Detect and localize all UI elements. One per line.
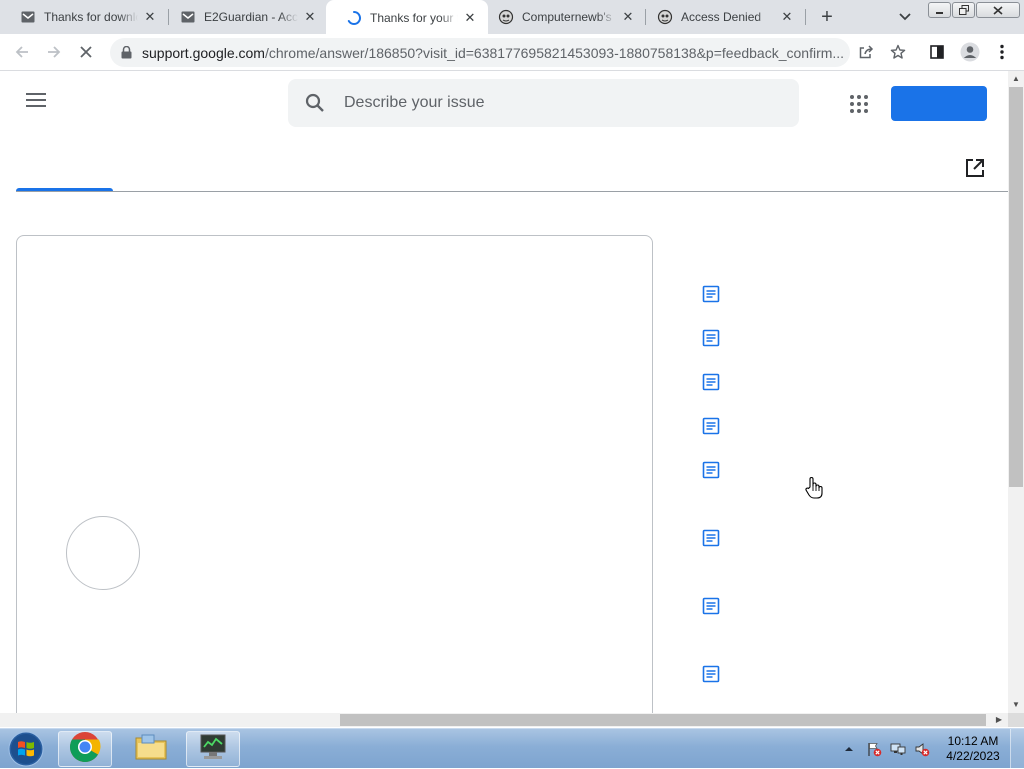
taskbar-network-app-button[interactable] <box>186 731 240 767</box>
search-icon[interactable] <box>304 92 326 114</box>
tab-e2guardian[interactable]: E2Guardian - Acce ✕ <box>160 0 328 34</box>
start-button[interactable] <box>4 730 48 768</box>
vertical-scrollbar[interactable]: ▲ ▼ <box>1008 71 1024 713</box>
sign-in-button[interactable] <box>891 86 987 121</box>
system-tray <box>840 729 950 769</box>
windows-taskbar: 10:12 AM 4/22/2023 <box>0 728 1024 769</box>
tab-title: Access Denied <box>681 10 762 24</box>
chrome-icon <box>69 731 101 768</box>
back-button[interactable] <box>12 42 32 62</box>
close-tab-icon[interactable]: ✕ <box>779 9 795 25</box>
close-tab-icon[interactable]: ✕ <box>142 9 158 25</box>
horizontal-scrollbar[interactable]: ▶ <box>0 713 1008 727</box>
forward-button[interactable] <box>44 42 64 62</box>
taskbar-chrome-button[interactable] <box>58 731 112 767</box>
article-doc-icon[interactable] <box>702 529 720 547</box>
browser-menu-icon[interactable] <box>993 43 1011 61</box>
open-in-new-icon[interactable] <box>964 157 986 179</box>
side-panel-icon[interactable] <box>928 43 946 61</box>
tab-bar-divider <box>16 191 1008 192</box>
share-icon[interactable] <box>857 43 875 61</box>
help-search-box[interactable] <box>288 79 799 127</box>
search-input[interactable] <box>344 79 774 127</box>
new-tab-button[interactable]: + <box>817 7 837 27</box>
stop-loading-button[interactable] <box>76 42 96 62</box>
network-monitor-icon <box>198 733 228 766</box>
taskbar-clock[interactable]: 10:12 AM 4/22/2023 <box>940 734 1006 764</box>
close-tab-icon[interactable]: ✕ <box>620 9 636 25</box>
tab-search-chevron-icon[interactable] <box>897 8 913 24</box>
clock-date: 4/22/2023 <box>946 749 1000 763</box>
tab-title: Thanks for downlo <box>44 10 138 24</box>
main-menu-icon[interactable] <box>26 93 46 109</box>
file-explorer-icon <box>134 732 168 767</box>
browser-toolbar: support.google.com/chrome/answer/186850?… <box>0 34 1024 71</box>
article-doc-icon[interactable] <box>702 285 720 303</box>
article-doc-icon[interactable] <box>702 665 720 683</box>
hand-cursor-icon <box>804 476 824 500</box>
address-bar[interactable]: support.google.com/chrome/answer/186850?… <box>110 38 850 67</box>
loading-spinner-icon <box>346 10 362 26</box>
scroll-down-arrow-icon[interactable]: ▼ <box>1008 697 1024 713</box>
url-text[interactable]: support.google.com/chrome/answer/186850?… <box>142 45 844 61</box>
tab-separator <box>805 9 806 25</box>
vertical-scroll-thumb[interactable] <box>1009 87 1023 487</box>
scroll-right-arrow-icon[interactable]: ▶ <box>992 713 1006 727</box>
minimize-button[interactable] <box>928 2 951 18</box>
scroll-up-arrow-icon[interactable]: ▲ <box>1008 71 1024 87</box>
computernewb-logo-icon <box>657 9 673 25</box>
close-tab-icon[interactable]: ✕ <box>462 10 478 26</box>
tab-access-denied[interactable]: Access Denied ✕ <box>637 0 805 34</box>
show-hidden-icons-arrow-icon[interactable] <box>843 741 855 757</box>
envelope-icon <box>180 9 196 25</box>
tab-thanks-for-feedback[interactable]: Thanks for your fe ✕ <box>326 0 488 35</box>
action-center-flag-icon[interactable] <box>866 741 882 757</box>
tab-strip: Thanks for downlo ✕ E2Guardian - Acce ✕ … <box>0 0 1024 35</box>
volume-muted-icon[interactable] <box>914 741 930 757</box>
close-tab-icon[interactable]: ✕ <box>302 9 318 25</box>
tab-title: Thanks for your fe <box>370 10 458 25</box>
article-doc-icon[interactable] <box>702 329 720 347</box>
taskbar-explorer-button[interactable] <box>124 731 178 767</box>
article-doc-icon[interactable] <box>702 373 720 391</box>
content-card <box>16 235 653 713</box>
window-close-button[interactable] <box>976 2 1020 18</box>
avatar-placeholder <box>66 516 140 590</box>
tab-computernewb[interactable]: Computernewb's ✕ <box>478 0 646 34</box>
google-apps-icon[interactable] <box>850 95 868 113</box>
scrollbar-corner <box>1008 713 1024 727</box>
tab-title: Computernewb's <box>522 10 612 24</box>
clock-time: 10:12 AM <box>947 734 999 748</box>
network-status-icon[interactable] <box>890 741 906 757</box>
lock-icon[interactable] <box>120 46 132 60</box>
restore-button[interactable] <box>952 2 975 18</box>
profile-avatar-icon[interactable] <box>959 41 981 63</box>
envelope-icon <box>20 9 36 25</box>
horizontal-scroll-thumb[interactable] <box>340 714 986 726</box>
bookmark-star-icon[interactable] <box>889 43 907 61</box>
show-desktop-button[interactable] <box>1010 729 1024 769</box>
article-doc-icon[interactable] <box>702 461 720 479</box>
article-doc-icon[interactable] <box>702 417 720 435</box>
tab-title: E2Guardian - Acce <box>204 10 298 24</box>
url-domain: support.google.com <box>142 44 265 61</box>
article-doc-icon[interactable] <box>702 597 720 615</box>
url-path: /chrome/answer/186850?visit_id=638177695… <box>264 44 845 61</box>
page-content <box>0 71 1008 713</box>
tab-thanks-for-downloading[interactable]: Thanks for downlo ✕ <box>0 0 168 34</box>
computernewb-logo-icon <box>498 9 514 25</box>
